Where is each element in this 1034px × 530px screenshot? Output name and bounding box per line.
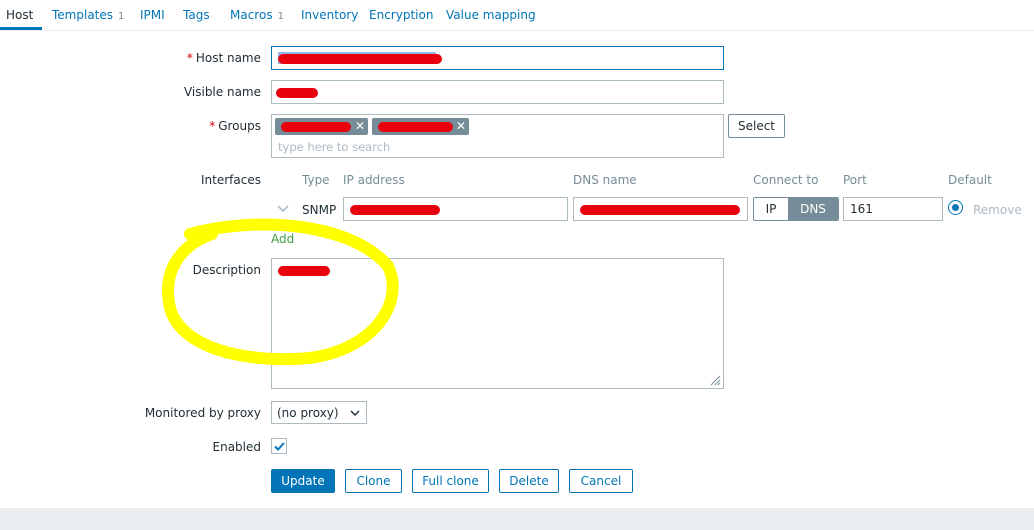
redaction-mark: [281, 122, 351, 132]
tab-ipmi[interactable]: IPMI: [140, 8, 165, 22]
tab-macros-count: 1: [277, 11, 284, 22]
host-name-label-text: Host name: [195, 51, 261, 65]
required-mark: *: [209, 119, 216, 133]
dns-name-input[interactable]: [573, 197, 748, 221]
default-interface-radio[interactable]: [948, 200, 963, 215]
groups-multiselect[interactable]: ✕ ✕ type here to search: [271, 114, 724, 158]
cancel-button[interactable]: Cancel: [569, 469, 633, 493]
redaction-mark: [278, 54, 442, 64]
proxy-label: Monitored by proxy: [144, 406, 261, 420]
full-clone-button[interactable]: Full clone: [412, 469, 489, 493]
connect-to-toggle: IP DNS: [753, 197, 839, 221]
remove-icon[interactable]: ✕: [456, 118, 466, 135]
interfaces-header-default: Default: [948, 173, 992, 187]
group-chip: ✕: [275, 118, 368, 135]
tab-templates-label: Templates: [52, 8, 114, 22]
tab-host[interactable]: Host: [6, 8, 33, 22]
group-chip: ✕: [372, 118, 469, 135]
tab-value-mapping[interactable]: Value mapping: [446, 8, 536, 22]
tab-tags-label: Tags: [183, 8, 210, 22]
tab-inventory[interactable]: Inventory: [301, 8, 358, 22]
connect-ip-option[interactable]: IP: [754, 198, 788, 220]
interfaces-label: Interfaces: [201, 173, 261, 187]
remove-interface-link[interactable]: Remove: [973, 203, 1022, 217]
tab-macros[interactable]: Macros 1: [230, 8, 284, 22]
port-value: 161: [850, 202, 873, 216]
proxy-select[interactable]: (no proxy): [271, 401, 367, 424]
visible-name-label: Visible name: [183, 85, 261, 99]
proxy-value: (no proxy): [277, 406, 339, 420]
groups-label: * Groups: [0, 119, 261, 133]
page-footer-bar: [0, 508, 1034, 530]
interfaces-header-dns: DNS name: [573, 173, 637, 187]
checkmark-icon: [274, 442, 285, 451]
tab-templates-count: 1: [118, 11, 125, 22]
tab-ipmi-label: IPMI: [140, 8, 165, 22]
enabled-checkbox[interactable]: [271, 438, 287, 454]
interfaces-header-connect: Connect to: [753, 173, 819, 187]
interfaces-header-type: Type: [302, 173, 330, 187]
tab-value-mapping-label: Value mapping: [446, 8, 536, 22]
select-groups-button[interactable]: Select: [728, 114, 785, 138]
remove-icon[interactable]: ✕: [355, 118, 365, 135]
resize-handle-icon[interactable]: [709, 374, 721, 386]
tab-encryption-label: Encryption: [369, 8, 434, 22]
radio-dot: [952, 204, 959, 211]
tab-macros-label: Macros: [230, 8, 273, 22]
tab-encryption[interactable]: Encryption: [369, 8, 433, 22]
port-input[interactable]: 161: [843, 197, 943, 221]
redaction-mark: [276, 88, 318, 98]
tab-inventory-label: Inventory: [301, 8, 359, 22]
tab-bar: Host Templates 1 IPMI Tags Macros 1 Invent…: [0, 0, 1034, 31]
clone-button[interactable]: Clone: [345, 469, 402, 493]
chevron-down-icon: [350, 410, 360, 416]
redaction-mark: [580, 205, 740, 215]
tab-host-label: Host: [6, 8, 34, 22]
tab-tags[interactable]: Tags: [183, 8, 210, 22]
highlight-circle-annotation: [161, 218, 399, 366]
connect-dns-option[interactable]: DNS: [788, 198, 838, 220]
interfaces-header-ip: IP address: [343, 173, 405, 187]
redaction-mark: [378, 122, 453, 132]
host-name-label: * Host name: [0, 51, 261, 65]
chevron-down-icon[interactable]: [277, 205, 289, 213]
required-mark: *: [186, 51, 193, 65]
groups-search-placeholder[interactable]: type here to search: [278, 140, 390, 154]
tab-templates[interactable]: Templates 1: [52, 8, 124, 22]
active-tab-indicator: [0, 27, 42, 30]
host-name-input[interactable]: [271, 46, 724, 70]
visible-name-input[interactable]: [271, 80, 724, 104]
enabled-label: Enabled: [212, 440, 262, 454]
interfaces-header-port: Port: [843, 173, 867, 187]
groups-label-text: Groups: [218, 119, 261, 133]
delete-button[interactable]: Delete: [499, 469, 559, 493]
update-button[interactable]: Update: [271, 469, 335, 493]
